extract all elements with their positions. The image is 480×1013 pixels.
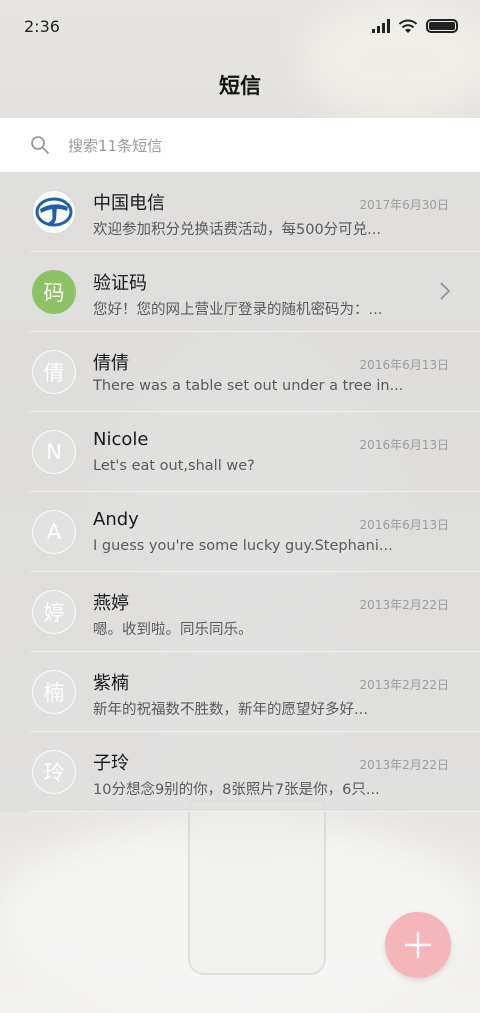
message-preview: I guess you're some lucky guy.Stephani..… — [93, 538, 393, 554]
search-bar[interactable]: 搜索11条短信 — [0, 118, 480, 172]
china-telecom-logo-icon — [35, 197, 73, 227]
message-preview: 10分想念9别的你，8张照片7张是你，6只... — [93, 782, 380, 798]
avatar: 婷 — [32, 590, 76, 634]
avatar: 倩 — [32, 350, 76, 394]
wifi-icon — [398, 19, 418, 33]
avatar: 码 — [32, 270, 76, 314]
signal-icon — [372, 19, 390, 33]
avatar: N — [32, 430, 76, 474]
conversation-row-telecom[interactable]: 中国电信 2017年6月30日 欢迎参加积分兑换话费活动，每500分可兑... — [0, 172, 480, 252]
conversation-row[interactable]: A Andy 2016年6月13日 I guess you're some lu… — [0, 492, 480, 572]
page-title: 短信 — [219, 74, 261, 98]
app-header: 短信 — [0, 52, 480, 118]
conversation-row[interactable]: 楠 紫楠 2013年2月22日 新年的祝福数不胜数，新年的愿望好多好... — [0, 652, 480, 732]
message-date: 2016年6月13日 — [359, 438, 449, 452]
message-preview: 您好！您的网上营业厅登录的随机密码为：... — [93, 302, 383, 318]
status-time: 2:36 — [24, 16, 60, 36]
avatar: A — [32, 510, 76, 554]
avatar: 玲 — [32, 750, 76, 794]
message-preview: 新年的祝福数不胜数，新年的愿望好多好... — [93, 702, 368, 718]
message-date: 2013年2月22日 — [359, 598, 449, 612]
message-preview: 欢迎参加积分兑换话费活动，每500分可兑... — [93, 222, 382, 238]
contact-name: 中国电信 — [93, 193, 165, 214]
message-preview: There was a table set out under a tree i… — [93, 378, 404, 394]
contact-name: Andy — [93, 509, 139, 530]
conversation-row[interactable]: N Nicole 2016年6月13日 Let's eat out,shall … — [0, 412, 480, 492]
status-icons — [372, 19, 458, 34]
new-message-button[interactable] — [385, 912, 451, 978]
message-date: 2013年2月22日 — [359, 678, 449, 692]
message-preview: Let's eat out,shall we? — [93, 458, 255, 474]
contact-name: 验证码 — [93, 273, 147, 294]
message-date: 2013年2月22日 — [359, 758, 449, 772]
battery-icon — [426, 19, 458, 33]
conversation-row[interactable]: 倩 倩倩 2016年6月13日 There was a table set ou… — [0, 332, 480, 412]
background-vase — [188, 800, 326, 975]
search-input[interactable]: 搜索11条短信 — [68, 135, 162, 156]
conversation-row-verification[interactable]: 码 验证码 您好！您的网上营业厅登录的随机密码为：... — [0, 252, 480, 332]
conversation-row[interactable]: 玲 子玲 2013年2月22日 10分想念9别的你，8张照片7张是你，6只... — [0, 732, 480, 812]
message-date: 2017年6月30日 — [359, 198, 449, 212]
conversation-list: 中国电信 2017年6月30日 欢迎参加积分兑换话费活动，每500分可兑... … — [0, 172, 480, 812]
contact-name: 紫楠 — [93, 673, 129, 694]
contact-name: 燕婷 — [93, 593, 129, 614]
conversation-row[interactable]: 婷 燕婷 2013年2月22日 嗯。收到啦。同乐同乐。 — [0, 572, 480, 652]
chevron-right-icon — [440, 282, 450, 300]
message-preview: 嗯。收到啦。同乐同乐。 — [93, 622, 253, 638]
contact-name: 子玲 — [93, 753, 129, 774]
contact-name: 倩倩 — [93, 353, 129, 374]
message-date: 2016年6月13日 — [359, 358, 449, 372]
avatar-telecom-logo-icon — [32, 190, 76, 234]
plus-icon — [404, 931, 432, 959]
avatar: 楠 — [32, 670, 76, 714]
search-icon — [31, 136, 49, 154]
status-bar: 2:36 — [0, 0, 480, 52]
contact-name: Nicole — [93, 429, 149, 450]
message-date: 2016年6月13日 — [359, 518, 449, 532]
